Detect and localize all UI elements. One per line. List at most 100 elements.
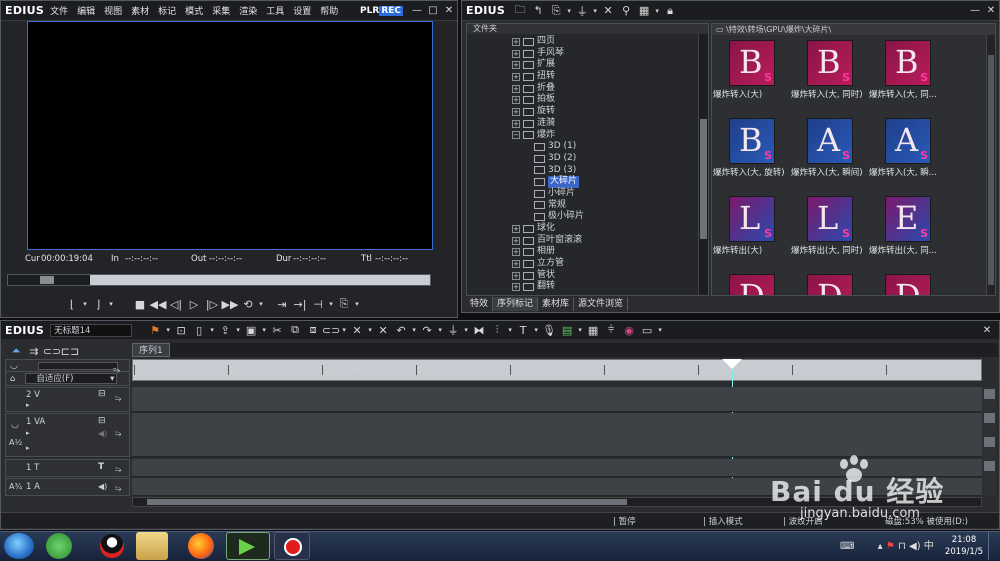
undo-icon[interactable]: ↶ [392,322,410,338]
track-2v-area[interactable] [132,387,982,412]
folder-tree-item[interactable]: + 相册 [512,246,708,258]
folder-tree-item[interactable]: + 扭转 [512,71,708,83]
menu-settings[interactable]: 设置 [293,4,311,17]
properties-icon[interactable]: ⚲ [617,3,635,19]
menu-tools[interactable]: 工具 [266,4,284,17]
file-explorer-icon[interactable] [136,532,168,560]
chevron-down-icon[interactable]: ▾ [506,322,514,338]
effect-thumbnail[interactable]: BS [729,118,775,164]
replace-icon[interactable]: ⊂⊃ [322,322,340,338]
menu-edit[interactable]: 编辑 [77,4,95,17]
tab-clip-library[interactable]: 素材库 [538,297,575,311]
split-icon[interactable]: ⫶ [488,322,506,338]
mixer-icon[interactable]: ⫩ [602,322,620,338]
video-track-icon[interactable]: ⊟ [98,389,106,399]
folder-icon[interactable]: 🗀 [511,3,529,19]
loop-icon[interactable]: ⟲ [239,296,257,312]
play-icon[interactable]: ▷ [185,296,203,312]
render-icon[interactable]: ▤ [558,322,576,338]
insert-to-timeline-icon[interactable]: ⇥ [273,296,291,312]
plr-button[interactable]: PLR [360,6,379,16]
menu-view[interactable]: 视图 [104,4,122,17]
folder-tree-item[interactable]: + 折叠 [512,83,708,95]
effect-thumbnail[interactable]: DS [729,274,775,295]
chevron-down-icon[interactable]: ▾ [591,3,599,19]
firefox-icon[interactable] [188,533,214,559]
layout-icon[interactable]: ▭ [638,322,656,338]
folder-tree-item[interactable]: + 百叶窗滚滚 [512,235,708,247]
sync-lock-icon[interactable]: ⥲ [115,394,121,404]
speaker-icon[interactable]: ◀) [98,482,107,491]
save-icon[interactable]: ▣ [242,322,260,338]
chevron-down-icon[interactable]: ▾ [656,322,664,338]
folder-tree-item[interactable]: + 立方管 [512,258,708,270]
ruler-header-tool[interactable]: ⥲ [113,366,120,376]
fast-forward-icon[interactable]: ▶▶ [221,296,239,312]
volume-icon[interactable]: ◀) [909,541,921,552]
expand-icon[interactable]: + [512,37,520,46]
app-icon-360[interactable] [46,533,72,559]
lock-icon[interactable]: 🔒︎ [661,3,679,19]
start-button[interactable] [4,533,34,559]
chevron-down-icon[interactable]: ▾ [107,296,115,312]
view-mode-icon[interactable]: ▦ [635,3,653,19]
rec-button[interactable]: REC [379,5,403,16]
menu-render[interactable]: 渲染 [239,4,257,17]
output-icon[interactable]: ⎘ [335,296,353,312]
chevron-down-icon[interactable]: ▾ [260,322,268,338]
copy-icon[interactable]: ⧉ [286,322,304,338]
track-header-1t[interactable]: 1 T T [5,459,130,477]
chevron-down-icon[interactable]: ▾ [208,322,216,338]
chevron-down-icon[interactable]: ▾ [565,3,573,19]
folder-tree-item[interactable]: − 爆炸 [512,130,708,142]
folder-tree-item[interactable]: 3D (3) [512,165,708,177]
expand-icon[interactable]: + [512,84,520,93]
menu-marker[interactable]: 标记 [158,4,176,17]
folder-tree-item[interactable]: + 扩展 [512,59,708,71]
chevron-down-icon[interactable]: ▾ [366,322,374,338]
sync-icon[interactable]: ⇉ [25,343,43,359]
chevron-down-icon[interactable]: ▾ [164,322,172,338]
folder-tree-item[interactable]: + 管状 [512,270,708,282]
effect-thumbnail[interactable]: DS [807,274,853,295]
folder-tree-item[interactable]: + 球化 [512,223,708,235]
close-icon[interactable]: ✕ [441,4,457,18]
expand-icon[interactable]: + [512,107,520,116]
speaker-icon[interactable]: ◀) [98,429,107,438]
sync-lock-icon[interactable]: ⥲ [115,465,121,475]
add-effect-icon[interactable]: ⎘ [547,3,565,19]
scrubber-handle[interactable] [40,276,54,284]
playback-scrubber[interactable] [7,274,431,286]
folder-tree-item[interactable]: 3D (2) [512,153,708,165]
chevron-down-icon[interactable]: ▾ [653,3,661,19]
menu-mode[interactable]: 模式 [185,4,203,17]
chevron-down-icon[interactable]: ▾ [462,322,470,338]
chevron-down-icon[interactable]: ▾ [410,322,418,338]
show-desktop-button[interactable] [988,532,998,560]
effect-thumbnail[interactable]: AS [885,118,931,164]
expand-icon[interactable]: + [512,61,520,70]
project-name[interactable]: 无标题14 [50,323,133,337]
expand-icon[interactable]: + [512,248,520,257]
capture-icon[interactable]: ⊡ [172,322,190,338]
effect-thumbnail[interactable]: DS [885,274,931,295]
effect-thumbnail[interactable]: LS [729,196,775,242]
title-track-icon[interactable]: T [98,462,104,472]
keyboard-icon[interactable]: ⌨ [840,541,854,552]
set-out-icon[interactable]: ⌋ [89,296,107,312]
edius-taskbar-icon[interactable] [226,532,270,560]
video-track-icon[interactable]: ⊟ [98,416,106,426]
apply-icon[interactable]: ⏚ [573,3,591,19]
folder-tree-item[interactable]: + 四页 [512,36,708,48]
chevron-down-icon[interactable]: ▾ [436,322,444,338]
expand-icon[interactable]: + [512,283,520,292]
link-toggle-icon[interactable]: ◡ [11,420,19,430]
rewind-icon[interactable]: ◀◀ [149,296,167,312]
mode-icon[interactable]: ⚑ [146,322,164,338]
folder-tree-item[interactable]: + 旋转 [512,106,708,118]
track-mode-icon[interactable]: ⏶ [7,343,25,359]
delete-icon[interactable]: ✕ [599,3,617,19]
up-folder-icon[interactable]: ↰ [529,3,547,19]
folder-tree-item[interactable]: 小碎片 [512,188,708,200]
redo-icon[interactable]: ↷ [418,322,436,338]
